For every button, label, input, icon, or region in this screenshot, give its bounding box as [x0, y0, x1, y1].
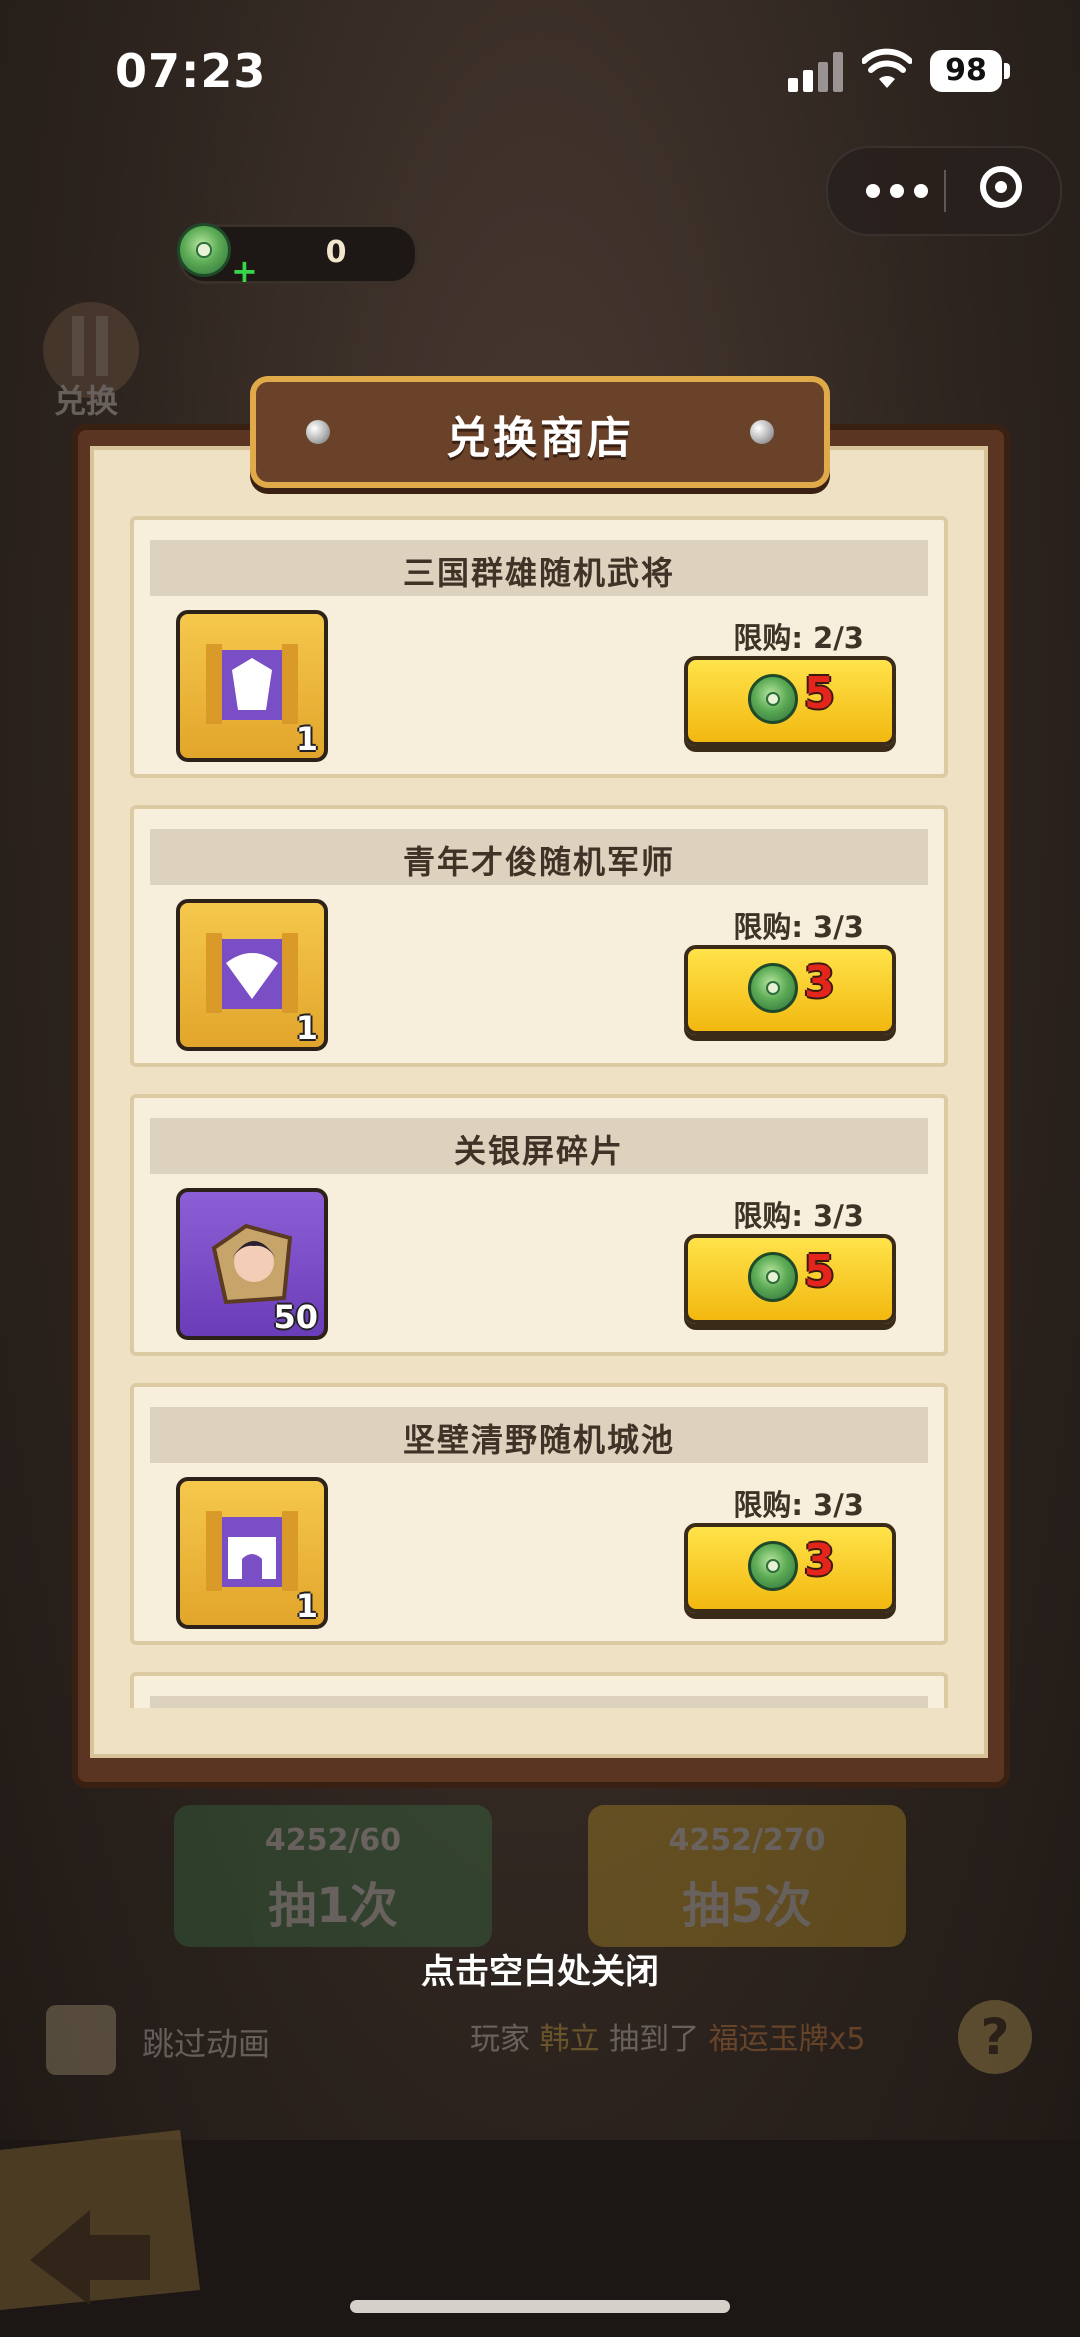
help-icon[interactable]: ?	[958, 2000, 1032, 2074]
item-name-ribbon: 关银屏碎片	[150, 1118, 928, 1174]
status-time: 07:23	[115, 44, 267, 98]
more-options-icon[interactable]	[866, 174, 936, 208]
item-quantity: 1	[295, 1587, 318, 1625]
item-name: 三国群雄随机武将	[402, 554, 675, 592]
draw-once-cost: 4252/60	[264, 1823, 402, 1858]
shop-item-card	[130, 1672, 948, 1708]
home-indicator[interactable]	[350, 2300, 730, 2313]
item-quantity: 50	[273, 1298, 318, 1336]
skip-animation-label: 跳过动画	[142, 2025, 271, 2063]
item-name-ribbon: 三国群雄随机武将	[150, 540, 928, 596]
currency-value: 0	[325, 235, 347, 270]
strategist-chest-icon[interactable]: 1	[176, 899, 328, 1051]
ticker-prize: 福运玉牌x5	[708, 2022, 866, 2057]
shop-title-banner: 兑换商店	[250, 376, 830, 488]
item-name: 关银屏碎片	[453, 1132, 624, 1170]
buy-button[interactable]: 3	[684, 1523, 896, 1613]
jade-coin-icon	[177, 223, 231, 277]
item-price: 5	[804, 1246, 835, 1297]
cellular-signal-icon	[788, 52, 844, 92]
draw-once-label: 抽1次	[268, 1878, 398, 1934]
item-price: 3	[804, 1535, 835, 1586]
shop-item-list[interactable]: 三国群雄随机武将 1 限购: 2/3 5 青年才俊随机军师 1 限购: 3/3 …	[128, 508, 952, 1708]
wifi-icon	[862, 48, 912, 88]
shop-item-card: 坚壁清野随机城池 1 限购: 3/3 3	[130, 1383, 948, 1645]
jade-coin-icon	[748, 963, 798, 1013]
ticker-prefix: 玩家	[470, 2022, 530, 2057]
shop-title: 兑换商店	[446, 413, 634, 464]
purchase-limit: 限购: 3/3	[733, 910, 864, 944]
buy-button[interactable]: 3	[684, 945, 896, 1035]
shop-item-card: 三国群雄随机武将 1 限购: 2/3 5	[130, 516, 948, 778]
draw-five-label: 抽5次	[682, 1878, 812, 1934]
status-bar: 07:23 98	[0, 0, 1080, 140]
purchase-limit: 限购: 3/3	[733, 1488, 864, 1522]
general-chest-icon[interactable]: 1	[176, 610, 328, 762]
hero-fragment-icon[interactable]: 50	[176, 1188, 328, 1340]
banner-nail-right-icon	[750, 420, 774, 444]
ticker-verb: 抽到了	[609, 2022, 700, 2057]
exchange-shop-label: 兑换	[54, 382, 119, 420]
buy-button[interactable]: 5	[684, 656, 896, 746]
capsule-divider	[944, 170, 946, 212]
city-chest-icon[interactable]: 1	[176, 1477, 328, 1629]
draw-five-cost: 4252/270	[668, 1823, 826, 1858]
item-price: 3	[804, 957, 835, 1008]
jade-coin-icon	[748, 1252, 798, 1302]
item-name-ribbon: 坚壁清野随机城池	[150, 1407, 928, 1463]
item-quantity: 1	[295, 1009, 318, 1047]
shop-item-card: 关银屏碎片 50 限购: 3/3 5	[130, 1094, 948, 1356]
item-name-ribbon: 青年才俊随机军师	[150, 829, 928, 885]
item-name: 青年才俊随机军师	[402, 843, 675, 881]
item-price: 5	[804, 668, 835, 719]
item-name-ribbon	[150, 1696, 928, 1708]
shop-item-card: 青年才俊随机军师 1 限购: 3/3 3	[130, 805, 948, 1067]
skip-checkbox[interactable]	[46, 2005, 116, 2075]
jade-currency-counter[interactable]: + 0	[177, 223, 418, 287]
miniprogram-capsule	[826, 146, 1062, 236]
exchange-shop-icon[interactable]: 兑换	[32, 296, 150, 420]
tap-to-close-hint[interactable]: 点击空白处关闭	[0, 1944, 1080, 1993]
purchase-limit: 限购: 3/3	[733, 1199, 864, 1233]
item-name: 坚壁清野随机城池	[402, 1421, 675, 1459]
draw-ticker: 玩家 韩立 抽到了 福运玉牌x5	[470, 2014, 865, 2058]
close-miniprogram-icon[interactable]	[980, 166, 1022, 208]
add-currency-icon[interactable]: +	[231, 255, 258, 287]
jade-coin-icon	[748, 1541, 798, 1591]
draw-once-button[interactable]: 4252/60 抽1次	[174, 1805, 492, 1947]
back-arrow-icon[interactable]	[0, 2130, 200, 2310]
jade-coin-icon	[748, 674, 798, 724]
item-quantity: 1	[295, 720, 318, 758]
ticker-player: 韩立	[539, 2022, 600, 2057]
battery-level: 98	[930, 50, 1002, 92]
draw-five-button[interactable]: 4252/270 抽5次	[588, 1805, 906, 1947]
buy-button[interactable]: 5	[684, 1234, 896, 1324]
purchase-limit: 限购: 2/3	[733, 621, 864, 655]
battery-tip	[1004, 63, 1010, 79]
